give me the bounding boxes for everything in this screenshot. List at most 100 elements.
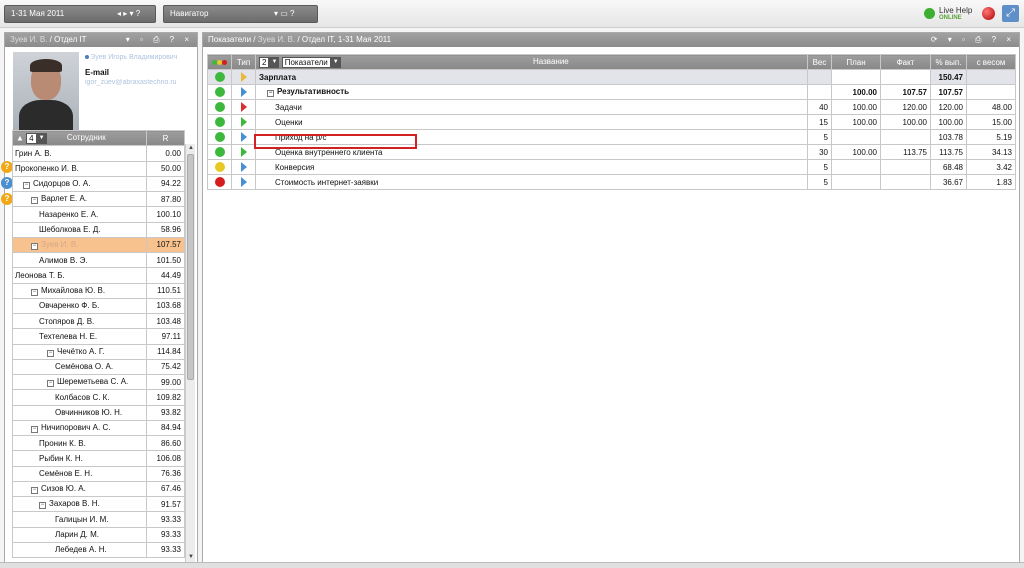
indicator-row[interactable]: Зарплата 150.47 [207,69,1016,85]
alert-icon[interactable] [982,7,995,20]
employee-row[interactable]: Колбасов С. К. 109.82 [12,389,185,406]
employee-row[interactable]: Алимов В. Э. 101.50 [12,251,185,269]
scroll-up-icon[interactable]: ▲ [186,144,196,153]
indicators-panel-tools[interactable]: ⟳ ▾ ▫ ⎙ ? × [931,33,1015,47]
indicator-name-cell[interactable]: Оценки [255,114,808,130]
navigator-dropdown[interactable]: Навигатор ▾ ▭ ? [163,5,318,23]
name-column-header[interactable]: 2 ▼ Показатели ▼ Название [255,54,808,70]
employee-row[interactable]: Семёнова О. А. 75.42 [12,358,185,376]
chevron-down-icon[interactable]: ▼ [330,56,341,68]
employee-name-cell[interactable]: Семёнова О. А. [12,358,147,376]
collapse-icon[interactable]: − [47,349,54,357]
scroll-down-icon[interactable]: ▼ [186,553,196,562]
email-link[interactable]: igor_zuev@abraxastechno.ru [85,79,177,86]
profile-full-name[interactable]: Зуев Игорь Владимирович [91,54,177,61]
fact-column-header[interactable]: Факт [880,54,931,70]
indicator-type-select[interactable]: Показатели [281,56,331,68]
employee-row[interactable]: − Варлет Е. А. 87.80 [12,190,185,208]
employee-row[interactable]: Овчаренко Ф. Б. 103.68 [12,297,185,315]
r-column-header[interactable]: R [146,129,185,147]
indicator-name-cell[interactable]: Задачи [255,99,808,115]
employee-name-cell[interactable]: − Захаров В. Н. [12,495,147,513]
employee-name-cell[interactable]: Лебедев А. Н. [12,541,147,559]
employee-column-header[interactable]: ▲ 4 ▼ Сотрудник [12,129,147,147]
pct-column-header[interactable]: % вып. [930,54,967,70]
sort-icon[interactable]: ▲ [16,133,24,142]
employee-row[interactable]: Рыбин К. Н. 106.08 [12,450,185,467]
employee-name-cell[interactable]: Овчинников Ю. Н. [12,404,147,421]
live-help-widget[interactable]: Live Help ONLINE [924,5,974,23]
employee-row[interactable]: Грин А. В. 0.00 [12,145,185,162]
employee-name-cell[interactable]: − Ничипорович А. С. [12,419,147,437]
employee-scrollbar[interactable]: ▲ ▼ [185,144,195,562]
employee-name-cell[interactable]: Алимов В. Э. [12,251,147,269]
period-nav-controls[interactable]: ◂ ▸ ▾ ? [117,6,140,22]
employee-name-cell[interactable]: − Михайлова Ю. В. [12,282,147,299]
employee-row[interactable]: − Михайлова Ю. В. 110.51 [12,282,185,299]
collapse-icon[interactable]: − [47,380,54,388]
employee-row[interactable]: Назаренко Е. А. 100.10 [12,206,185,223]
employee-name-cell[interactable]: Пронин К. В. [12,434,147,452]
employee-row[interactable]: Техтелева Н. Е. 97.11 [12,328,185,345]
employee-name-cell[interactable]: − Зуев И. В. [12,236,147,254]
collapse-icon[interactable]: − [31,242,38,250]
logout-icon[interactable]: ⤢ [1002,5,1019,22]
employee-row[interactable]: Ларин Д. М. 93.33 [12,526,185,543]
status-column-header[interactable] [207,54,232,70]
employee-name-cell[interactable]: − Шереметьева С. А. [12,373,147,391]
collapse-icon[interactable]: − [267,90,274,97]
collapse-icon[interactable]: − [39,502,46,510]
employee-row[interactable]: Овчинников Ю. Н. 93.82 [12,404,185,421]
employee-name-cell[interactable]: Стопяров Д. В. [12,312,147,330]
indicator-name-cell[interactable]: Стоимость интернет-заявки [255,174,808,190]
type-column-header[interactable]: Тип [231,54,256,70]
employee-name-cell[interactable]: Назаренко Е. А. [12,206,147,223]
level-select[interactable]: 4 [26,132,37,144]
employee-row[interactable]: Лебедев А. Н. 93.33 [12,541,185,559]
employee-row[interactable]: − Захаров В. Н. 91.57 [12,495,185,513]
employee-name-cell[interactable]: − Варлет Е. А. [12,190,147,208]
indicator-name-cell[interactable]: Конверсия [255,159,808,175]
employee-name-cell[interactable]: Леонова Т. Б. [12,267,147,284]
employee-name-cell[interactable]: − Сидорцов О. А. [12,175,147,193]
indicator-name-cell[interactable]: Зарплата [255,69,808,85]
employee-name-cell[interactable]: Овчаренко Ф. Б. [12,297,147,315]
collapse-icon[interactable]: − [23,181,30,189]
navigator-controls[interactable]: ▾ ▭ ? [274,6,294,22]
indicator-row[interactable]: Стоимость интернет-заявки 5 36.67 1.83 [207,174,1016,190]
employee-row[interactable]: − Шереметьева С. А. 99.00 [12,373,185,391]
employee-row[interactable]: Прокопенко И. В. 50.00 [12,160,185,177]
employee-row[interactable]: Пронин К. В. 86.60 [12,434,185,452]
employee-row[interactable]: − Зуев И. В. 107.57 [12,236,185,254]
employee-row[interactable]: Стопяров Д. В. 103.48 [12,312,185,330]
indicator-row[interactable]: Задачи 40 100.00 120.00 120.00 48.00 [207,99,1016,115]
collapse-icon[interactable]: − [31,288,38,296]
employee-name-cell[interactable]: Шеболкова Е. Д. [12,221,147,238]
employee-name-cell[interactable]: − Сизов Ю. А. [12,480,147,498]
chevron-down-icon[interactable]: ▼ [36,132,47,144]
employee-row[interactable]: − Чечётко А. Г. 114.84 [12,343,185,360]
employee-name-cell[interactable]: Галицын И. М. [12,511,147,528]
indicator-row[interactable]: Конверсия 5 68.48 3.42 [207,159,1016,175]
employee-row[interactable]: − Сизов Ю. А. 67.46 [12,480,185,498]
indicator-level-select[interactable]: 2 [259,56,270,68]
indicator-row[interactable]: Оценки 15 100.00 100.00 100.00 15.00 [207,114,1016,130]
employee-name-cell[interactable]: Техтелева Н. Е. [12,328,147,345]
weight-column-header[interactable]: Вес [807,54,832,70]
plan-column-header[interactable]: План [831,54,881,70]
employee-name-cell[interactable]: Ларин Д. М. [12,526,147,543]
panel-tools[interactable]: ▾ ▫ ⎙ ? × [126,33,193,47]
scroll-thumb[interactable] [187,154,194,380]
period-selector[interactable]: 1-31 Мая 2011 ◂ ▸ ▾ ? [4,5,156,23]
employee-row[interactable]: Семёнов Е. Н. 76.36 [12,465,185,482]
indicator-name-cell[interactable]: − Результативность [255,84,808,100]
employee-row[interactable]: Леонова Т. Б. 44.49 [12,267,185,284]
collapse-icon[interactable]: − [31,197,38,205]
employee-name-cell[interactable]: Грин А. В. [12,145,147,162]
indicator-row[interactable]: − Результативность 100.00 107.57 107.57 [207,84,1016,100]
employee-row[interactable]: Шеболкова Е. Д. 58.96 [12,221,185,238]
employee-row[interactable]: − Ничипорович А. С. 84.94 [12,419,185,437]
employee-row[interactable]: − Сидорцов О. А. 94.22 [12,175,185,193]
employee-name-cell[interactable]: Прокопенко И. В. [12,160,147,177]
employee-name-cell[interactable]: − Чечётко А. Г. [12,343,147,360]
